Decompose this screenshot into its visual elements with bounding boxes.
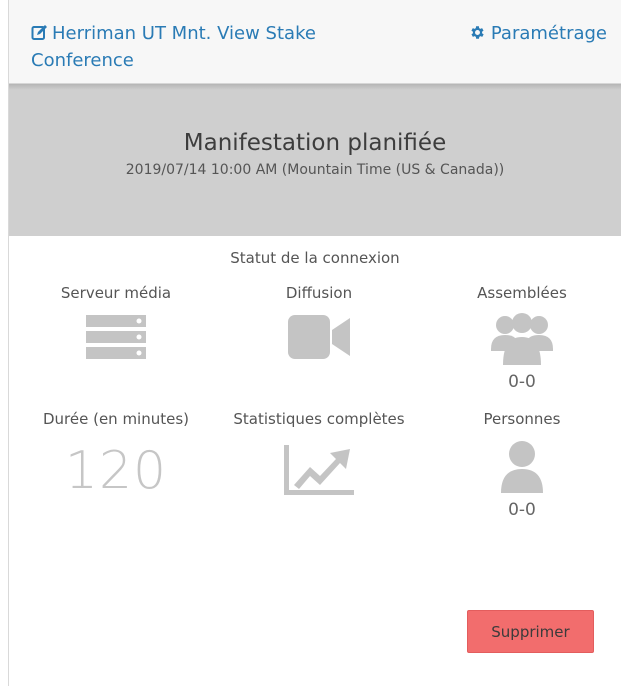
persons-status: Personnes 0-0 <box>427 409 617 521</box>
server-icon <box>86 315 146 365</box>
event-banner: Manifestation planifiée 2019/07/14 10:00… <box>9 84 621 236</box>
line-chart-icon[interactable] <box>284 445 354 499</box>
persons-label: Personnes <box>483 410 561 428</box>
users-group-icon <box>491 313 553 369</box>
delete-button[interactable]: Supprimer <box>467 610 594 653</box>
full-stats-label: Statistiques complètes <box>233 410 405 428</box>
event-title-line1: Herriman UT Mnt. View Stake <box>52 23 316 44</box>
settings-label: Paramétrage <box>490 23 607 44</box>
banner-shadow <box>9 84 621 90</box>
duration-label: Durée (en minutes) <box>42 410 190 428</box>
assemblies-status: Assemblées 0-0 <box>427 283 617 393</box>
assemblies-label: Assemblées <box>477 284 567 302</box>
broadcast-status: Diffusion <box>224 283 414 363</box>
panel-header: Herriman UT Mnt. View Stake Conference P… <box>9 0 621 84</box>
event-title-line2: Conference <box>31 50 134 71</box>
media-server-status: Serveur média <box>21 283 211 365</box>
event-datetime: 2019/07/14 10:00 AM (Mountain Time (US &… <box>125 162 505 178</box>
media-server-label: Serveur média <box>60 284 172 302</box>
event-status-title: Manifestation planifiée <box>183 130 447 156</box>
event-panel: Herriman UT Mnt. View Stake Conference P… <box>8 0 621 686</box>
broadcast-label: Diffusion <box>285 284 353 302</box>
settings-link[interactable]: Paramétrage <box>469 21 607 48</box>
gear-icon <box>469 23 486 48</box>
edit-event-link[interactable]: Herriman UT Mnt. View Stake Conference <box>31 21 361 73</box>
assemblies-count: 0-0 <box>508 372 536 392</box>
duration-status: Durée (en minutes) 120 <box>21 409 211 501</box>
edit-icon <box>31 23 48 48</box>
video-camera-icon <box>288 315 350 363</box>
user-icon <box>499 441 545 497</box>
full-stats-status[interactable]: Statistiques complètes <box>224 409 414 499</box>
connection-status-heading: Statut de la connexion <box>230 249 400 267</box>
persons-count: 0-0 <box>508 500 536 520</box>
duration-minutes: 120 <box>64 441 168 501</box>
